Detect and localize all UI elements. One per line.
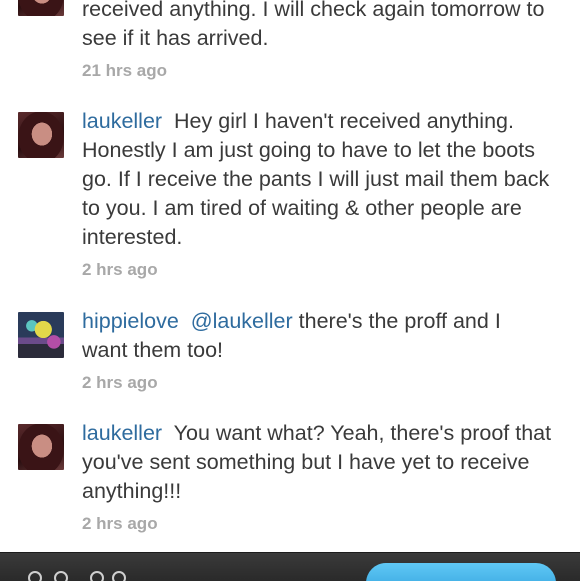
action-button[interactable] [366, 563, 556, 581]
comment-timestamp: 2 hrs ago [82, 514, 158, 533]
bottom-toolbar [0, 552, 580, 581]
user-avatar[interactable] [18, 312, 64, 358]
comment-body: hippielove @laukeller there's the proff … [82, 307, 552, 365]
comment-body: received anything. I will check again to… [82, 0, 552, 53]
comment-text: received anything. I will check again to… [82, 0, 545, 50]
comment-timestamp: 21 hrs ago [82, 61, 168, 80]
comment-username[interactable]: laukeller [82, 109, 162, 133]
comment-username[interactable]: laukeller [82, 421, 162, 445]
user-avatar[interactable] [18, 424, 64, 470]
comment-timestamp: 2 hrs ago [82, 260, 158, 279]
user-avatar[interactable] [18, 112, 64, 158]
user-avatar[interactable] [18, 0, 64, 16]
comment-timestamp: 2 hrs ago [82, 373, 158, 392]
comment-mention[interactable]: @laukeller [191, 309, 293, 333]
comment-list: received anything. I will check again to… [0, 0, 580, 552]
comment-username[interactable]: hippielove [82, 309, 179, 333]
comment-body: laukeller You want what? Yeah, there's p… [82, 419, 552, 506]
comment-body: laukeller Hey girl I haven't received an… [82, 107, 552, 252]
